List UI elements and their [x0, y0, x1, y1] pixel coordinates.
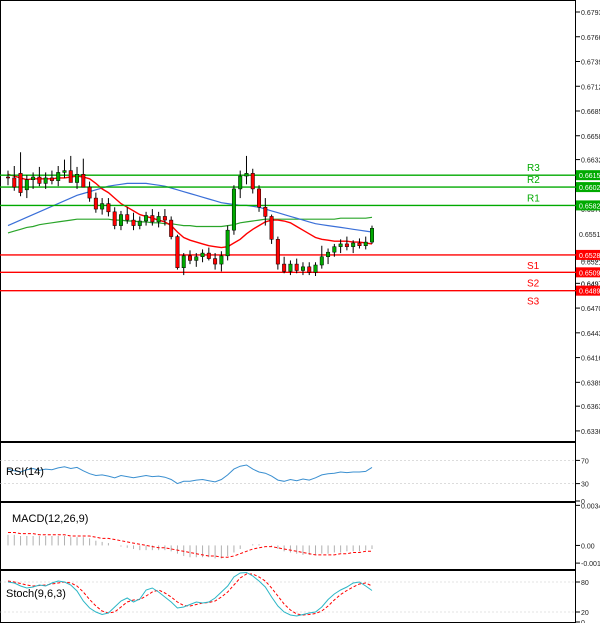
- candle-body: [6, 176, 10, 179]
- candle-body: [156, 216, 161, 223]
- candle-body: [313, 264, 318, 273]
- candle-body: [370, 228, 374, 243]
- price-y-tick-label: 0.6363: [581, 404, 600, 411]
- candle-body: [244, 173, 249, 177]
- candle-body: [144, 215, 149, 222]
- level-name-r2: R2: [527, 175, 540, 186]
- candle-body: [282, 263, 287, 272]
- macd-y-tick-label: -0.0015: [581, 561, 600, 568]
- price-y-tick-label: 0.6443: [581, 331, 600, 338]
- candle-body: [319, 256, 324, 266]
- candle-body: [225, 229, 230, 257]
- candle-body: [257, 188, 262, 208]
- candle-body: [37, 176, 42, 184]
- price-y-tick-label: 0.6632: [581, 158, 600, 165]
- price-y-tick-label: 0.6766: [581, 35, 600, 42]
- candle-body: [100, 203, 105, 210]
- level-name-s2: S2: [527, 278, 540, 289]
- candle-body: [194, 256, 199, 261]
- candle-body: [357, 242, 362, 246]
- macd-title: MACD(12,26,9): [12, 513, 88, 525]
- candle-body: [338, 243, 343, 247]
- price-y-tick-label: 0.6389: [581, 380, 600, 387]
- price-y-tick-label: 0.6336: [581, 429, 600, 436]
- candle-body: [56, 172, 61, 181]
- candle-body: [231, 188, 236, 231]
- price-y-tick-label: 0.6658: [581, 134, 600, 141]
- candle-body: [363, 241, 368, 246]
- macd-y-tick-label: 0.0034: [581, 503, 600, 510]
- candle-body: [75, 174, 80, 183]
- candle-body: [213, 258, 218, 265]
- candle-body: [62, 170, 67, 173]
- candle-body: [175, 236, 180, 268]
- candle-body: [307, 266, 312, 273]
- candle-body: [81, 174, 86, 188]
- price-y-tick-label: 0.6470: [581, 306, 600, 313]
- candle-body: [106, 203, 111, 213]
- candle-body: [351, 242, 356, 247]
- candle-body: [288, 263, 293, 272]
- candle-body: [200, 252, 205, 257]
- candle-body: [24, 179, 29, 191]
- candle-body: [125, 214, 130, 221]
- candle-body: [263, 207, 268, 217]
- candle-body: [137, 220, 142, 226]
- price-y-tick-label: 0.6739: [581, 60, 600, 67]
- candle-body: [326, 251, 331, 258]
- macd-y-tick-label: 0.00: [581, 543, 595, 550]
- level-price-label-r2: 0.6602: [579, 185, 600, 192]
- candle-body: [332, 246, 337, 253]
- forex-chart: 0.6793 0.6766 0.6739 0.6712 0.6685 0.6658 0.66…: [0, 0, 600, 623]
- candle-body: [18, 173, 23, 193]
- chart-background: [0, 0, 600, 623]
- candle-body: [87, 186, 92, 199]
- level-price-label-s3: 0.6489: [579, 289, 600, 296]
- rsi-y-tick-label: 30: [581, 482, 589, 489]
- candle-body: [344, 243, 349, 247]
- level-name-r1: R1: [527, 193, 540, 204]
- candle-body: [31, 176, 36, 180]
- candle-body: [300, 266, 305, 271]
- stoch-y-tick-label: 80: [581, 580, 589, 587]
- candle-body: [269, 216, 274, 240]
- level-name-s1: S1: [527, 261, 540, 272]
- level-name-s3: S3: [527, 297, 540, 308]
- candle-body: [181, 255, 186, 268]
- level-price-label-s1: 0.6528: [579, 253, 600, 260]
- level-price-label-r1: 0.6582: [579, 203, 600, 210]
- level-price-label-r3: 0.6615: [579, 173, 600, 180]
- price-y-tick-label: 0.6685: [581, 109, 600, 116]
- candle-body: [294, 263, 299, 271]
- candle-body: [131, 219, 136, 226]
- level-name-r3: R3: [527, 163, 540, 174]
- rsi-title: RSI(14): [6, 466, 44, 478]
- price-y-tick-label: 0.6793: [581, 10, 600, 17]
- candle-body: [150, 215, 155, 223]
- price-y-extra-label: 0.6521: [581, 259, 600, 266]
- stoch-y-tick-label: 20: [581, 610, 589, 617]
- candle-body: [250, 173, 255, 190]
- candle-body: [169, 219, 174, 237]
- level-price-label-s2: 0.6509: [579, 270, 600, 277]
- stoch-title: Stoch(9,6,3): [6, 588, 66, 600]
- candle-body: [206, 252, 211, 259]
- candle-body: [49, 177, 54, 181]
- candle-body: [238, 175, 243, 190]
- candle-body: [275, 239, 280, 265]
- last-price-label: 0.6551: [579, 232, 600, 239]
- candle-body: [188, 255, 192, 261]
- last-price-marker: 0.6551: [576, 228, 600, 239]
- price-y-tick-label: 0.6712: [581, 84, 600, 91]
- candle-body: [219, 255, 224, 265]
- rsi-y-tick-label: 70: [581, 458, 589, 465]
- candle-body: [112, 211, 117, 226]
- candle-body: [93, 197, 98, 210]
- candle-body: [12, 177, 17, 188]
- price-y-tick-label: 0.6416: [581, 356, 600, 363]
- candle-body: [118, 214, 123, 226]
- candle-body: [162, 216, 167, 221]
- candle-body: [68, 170, 73, 183]
- candle-body: [43, 177, 48, 184]
